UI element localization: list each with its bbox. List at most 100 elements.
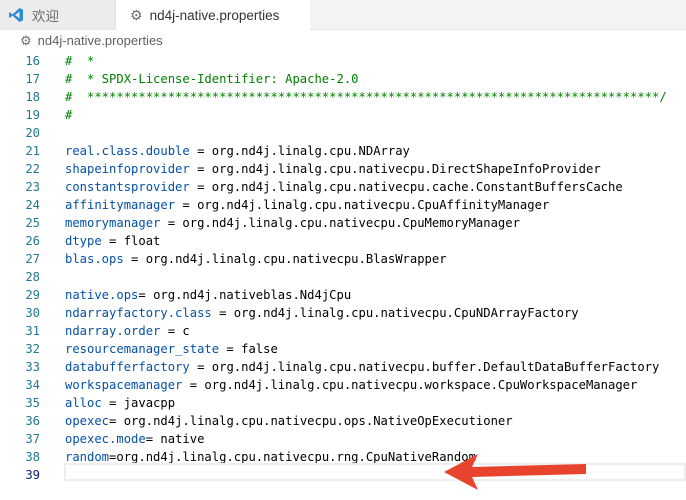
line-content: ndarrayfactory.class = org.nd4j.linalg.c… (65, 304, 579, 322)
property-separator: = (160, 324, 183, 338)
property-value: org.nd4j.linalg.cpu.nativecpu.CpuNDArray… (233, 306, 579, 320)
code-line[interactable]: 17 # * SPDX-License-Identifier: Apache-2.… (0, 70, 686, 88)
property-key: random (65, 450, 110, 464)
comment-text: # (65, 108, 73, 122)
code-line[interactable]: 33 databufferfactory = org.nd4j.linalg.cp… (0, 358, 686, 376)
line-content: alloc = javacpp (65, 394, 175, 412)
line-number: 24 (25, 198, 40, 212)
line-number: 37 (25, 432, 40, 446)
property-separator: = (109, 414, 124, 428)
property-key: affinitymanager (65, 198, 176, 212)
line-number: 38 (25, 450, 40, 464)
code-line[interactable]: 24 affinitymanager = org.nd4j.linalg.cpu.… (0, 196, 686, 214)
property-key: databufferfactory (65, 360, 190, 374)
property-value: native (160, 432, 205, 446)
line-content: # * SPDX-License-Identifier: Apache-2.0 (65, 70, 359, 88)
comment-text: # **************************************… (65, 90, 667, 104)
code-line[interactable]: 20 (0, 124, 686, 142)
breadcrumb[interactable]: ⚙ nd4j-native.properties (0, 30, 686, 51)
property-key: alloc (65, 396, 102, 410)
line-number: 20 (25, 126, 40, 140)
code-line[interactable]: 21 real.class.double = org.nd4j.linalg.cp… (0, 142, 686, 160)
tab-welcome-label: 欢迎 (32, 8, 59, 24)
property-value: org.nd4j.linalg.cpu.nativecpu.workspace.… (204, 378, 638, 392)
code-line[interactable]: 19 # (0, 106, 686, 124)
line-content: shapeinfoprovider = org.nd4j.linalg.cpu.… (65, 160, 601, 178)
line-number: 33 (25, 360, 40, 374)
code-line[interactable]: 31 ndarray.order = c (0, 322, 686, 340)
property-separator: = (189, 162, 212, 176)
line-content: real.class.double = org.nd4j.linalg.cpu.… (65, 142, 410, 160)
property-value: org.nd4j.linalg.cpu.nativecpu.DirectShap… (211, 162, 601, 176)
line-number: 26 (25, 234, 40, 248)
line-content: affinitymanager = org.nd4j.linalg.cpu.na… (65, 196, 549, 214)
line-number: 30 (25, 306, 40, 320)
line-content: ndarray.order = c (65, 322, 190, 340)
property-separator: = (145, 432, 161, 446)
line-content: dtype = float (65, 232, 160, 250)
code-line[interactable]: 35 alloc = javacpp (0, 394, 686, 412)
line-number: 19 (25, 108, 40, 122)
code-line[interactable]: 30 ndarrayfactory.class = org.nd4j.linalg… (0, 304, 686, 322)
property-separator: = (189, 360, 212, 374)
comment-text: # * SPDX-License-Identifier: Apache-2.0 (65, 72, 359, 86)
property-key: blas.ops (65, 252, 124, 266)
line-number: 17 (25, 72, 40, 86)
property-value: org.nd4j.linalg.cpu.nativecpu.CpuMemoryM… (182, 216, 520, 230)
tab-nd4j-native-properties[interactable]: ⚙ nd4j-native.properties (116, 0, 310, 30)
code-line[interactable]: 37 opexec.mode= native (0, 430, 686, 448)
line-content: opexec= org.nd4j.linalg.cpu.nativecpu.op… (65, 412, 513, 430)
property-separator: = (219, 342, 242, 356)
line-number: 23 (25, 180, 40, 194)
line-number: 34 (25, 378, 40, 392)
code-editor[interactable]: 16 # * 17 # * SPDX-License-Identifier: Apac… (0, 52, 686, 500)
property-key: ndarray.order (65, 324, 161, 338)
line-number: 39 (25, 468, 40, 482)
line-content: constantsprovider = org.nd4j.linalg.cpu.… (65, 178, 623, 196)
current-line-highlight (64, 463, 686, 481)
property-key: constantsprovider (65, 180, 190, 194)
code-line[interactable]: 28 (0, 268, 686, 286)
property-separator: = (101, 396, 124, 410)
line-number: 18 (25, 90, 40, 104)
code-line[interactable]: 23 constantsprovider = org.nd4j.linalg.cp… (0, 178, 686, 196)
property-key: native.ops (65, 288, 139, 302)
property-value: org.nd4j.linalg.cpu.nativecpu.cache.Cons… (211, 180, 623, 194)
line-number: 29 (25, 288, 40, 302)
line-number: 32 (25, 342, 40, 356)
line-content: # * (65, 52, 94, 70)
property-value: javacpp (123, 396, 176, 410)
code-line[interactable]: 16 # * (0, 52, 686, 70)
line-content: workspacemanager = org.nd4j.linalg.cpu.n… (65, 376, 637, 394)
code-line[interactable]: 27 blas.ops = org.nd4j.linalg.cpu.nativec… (0, 250, 686, 268)
code-line[interactable]: 18 # ************************************… (0, 88, 686, 106)
code-line[interactable]: 26 dtype = float (0, 232, 686, 250)
line-content: # (65, 106, 72, 124)
property-key: opexec (65, 414, 110, 428)
tab-bar: 欢迎 ⚙ nd4j-native.properties (0, 0, 686, 30)
line-content: memorymanager = org.nd4j.linalg.cpu.nati… (65, 214, 520, 232)
property-separator: = (189, 144, 212, 158)
line-content: native.ops= org.nd4j.nativeblas.Nd4jCpu (65, 286, 351, 304)
code-line[interactable]: 36 opexec= org.nd4j.linalg.cpu.nativecpu.… (0, 412, 686, 430)
code-line[interactable]: 22 shapeinfoprovider = org.nd4j.linalg.cp… (0, 160, 686, 178)
property-key: resourcemanager_state (65, 342, 220, 356)
property-separator: = (138, 288, 154, 302)
property-separator: = (101, 234, 124, 248)
line-number: 35 (25, 396, 40, 410)
property-value: org.nd4j.linalg.cpu.nativecpu.rng.CpuNat… (116, 450, 476, 464)
line-content: resourcemanager_state = false (65, 340, 278, 358)
property-value: org.nd4j.linalg.cpu.nativecpu.buffer.Def… (211, 360, 660, 374)
tab-welcome[interactable]: 欢迎 (0, 0, 116, 29)
property-separator: = (182, 378, 205, 392)
code-line[interactable]: 29 native.ops= org.nd4j.nativeblas.Nd4jCp… (0, 286, 686, 304)
line-content: opexec.mode= native (65, 430, 204, 448)
code-line[interactable]: 25 memorymanager = org.nd4j.linalg.cpu.na… (0, 214, 686, 232)
line-number: 25 (25, 216, 40, 230)
property-key: ndarrayfactory.class (65, 306, 212, 320)
line-content: # **************************************… (65, 88, 667, 106)
line-number: 21 (25, 144, 40, 158)
code-line[interactable]: 32 resourcemanager_state = false (0, 340, 686, 358)
property-key: dtype (65, 234, 102, 248)
code-line[interactable]: 34 workspacemanager = org.nd4j.linalg.cpu… (0, 376, 686, 394)
